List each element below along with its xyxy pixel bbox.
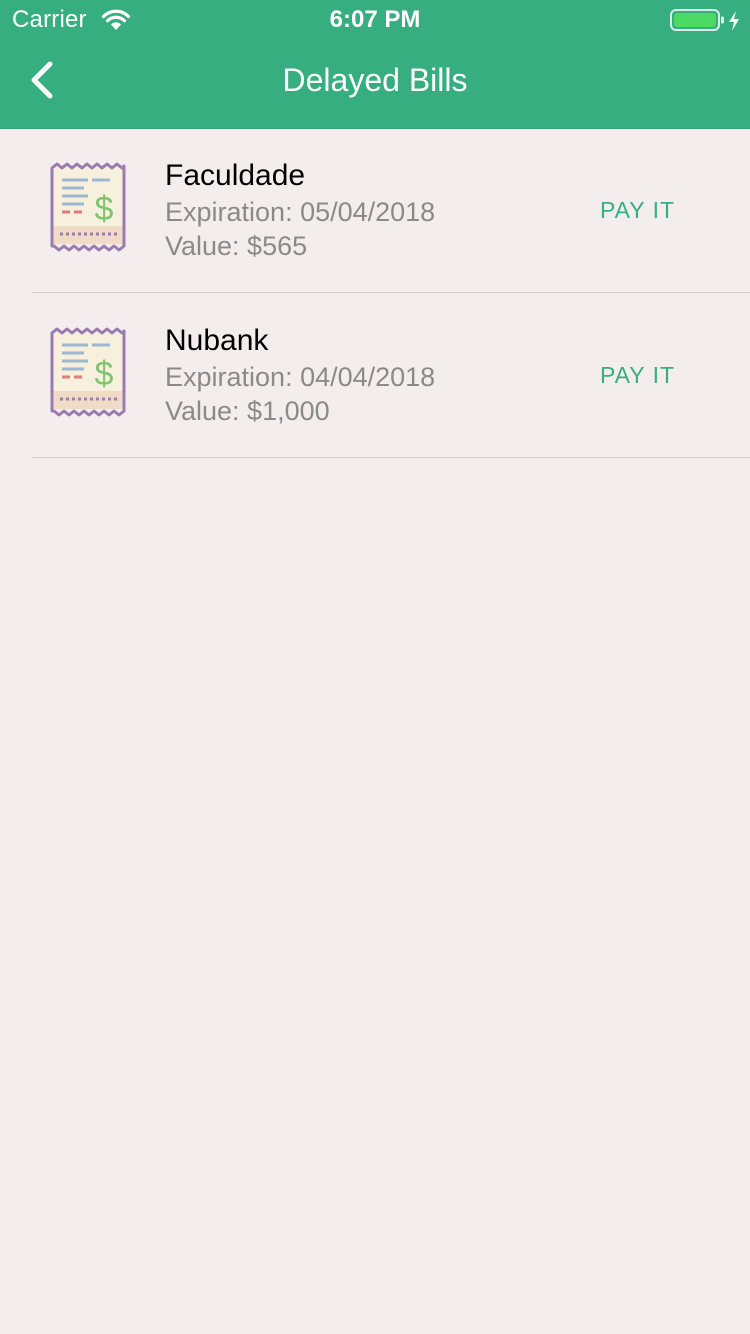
bill-name: Faculdade	[165, 159, 306, 192]
bill-name: Nubank	[165, 324, 269, 357]
list-item: $ Faculdade Expiration: 05/04/2018 Value…	[32, 128, 750, 293]
bill-expiration: Expiration: 05/04/2018	[165, 197, 436, 227]
receipt-dollar-icon: $	[50, 162, 126, 252]
svg-text:$: $	[95, 190, 114, 228]
pay-it-button[interactable]: PAY IT	[600, 190, 700, 230]
receipt-dollar-icon: $	[50, 327, 126, 417]
pay-it-button[interactable]: PAY IT	[600, 355, 700, 395]
bill-expiration: Expiration: 04/04/2018	[165, 362, 436, 392]
bill-value: Value: $1,000	[165, 396, 330, 426]
clock: 6:07 PM	[329, 6, 421, 33]
bill-list: $ Faculdade Expiration: 05/04/2018 Value…	[0, 128, 750, 458]
battery-charging-icon	[670, 9, 739, 31]
status-bar: Carrier 6:07 PM	[0, 0, 750, 40]
svg-text:$: $	[95, 355, 114, 393]
list-item: $ Nubank Expiration: 04/04/2018 Value: $…	[32, 293, 750, 458]
page-title: Delayed Bills	[282, 62, 468, 98]
bill-value: Value: $565	[165, 231, 308, 261]
navigation-header: Carrier 6:07 PM Delayed Bills	[0, 0, 750, 129]
